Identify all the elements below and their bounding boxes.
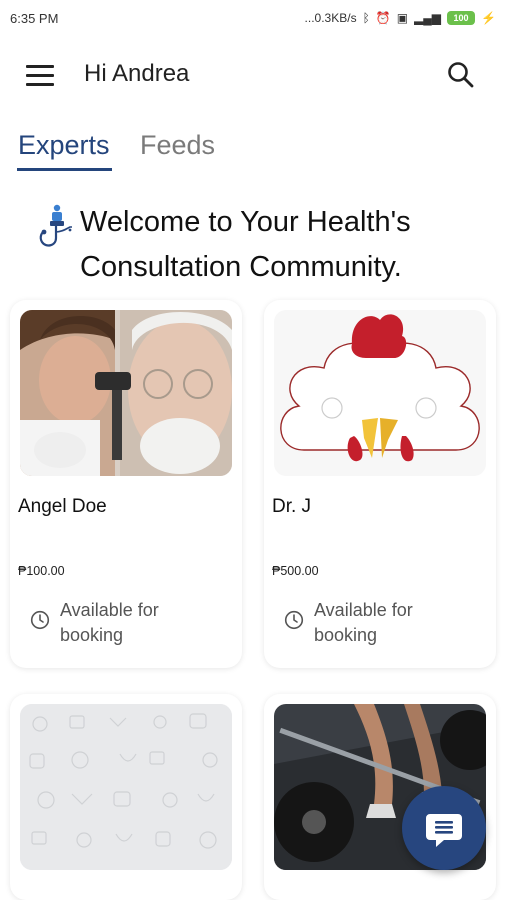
expert-card[interactable]	[10, 694, 242, 900]
status-bar: 6:35 PM ...0.3KB/s ᛒ ⏰ ▣ ▂▄▆ 100 ⚡	[0, 0, 506, 36]
availability-text: Available for booking	[60, 600, 159, 645]
status-icons: ...0.3KB/s ᛒ ⏰ ▣ ▂▄▆ 100 ⚡	[305, 11, 496, 25]
tab-experts[interactable]: Experts	[18, 130, 110, 161]
bluetooth-icon: ᛒ	[362, 11, 370, 25]
tab-feeds[interactable]: Feeds	[140, 130, 215, 161]
welcome-line-1: Welcome to Your Health's	[80, 206, 411, 238]
app-bar: Hi Andrea	[0, 44, 506, 108]
battery-level: 100	[453, 13, 469, 23]
search-icon[interactable]	[446, 60, 476, 90]
network-speed: ...0.3KB/s	[304, 11, 357, 25]
sim-icon: ▣	[396, 11, 409, 25]
expert-price: ₱100.00	[18, 564, 65, 578]
clock-icon	[30, 610, 50, 630]
battery-icon: 100	[447, 11, 476, 25]
charging-icon: ⚡	[481, 11, 496, 25]
chat-icon	[426, 814, 462, 847]
tab-bar: Experts Feeds	[0, 120, 506, 176]
availability-status: Available for booking	[30, 598, 230, 650]
chat-fab-button[interactable]	[402, 786, 486, 870]
welcome-line-2: Consultation Community.	[80, 251, 402, 283]
expert-card[interactable]: Dr. J ₱500.00 Available for booking	[264, 300, 496, 668]
expert-name: Angel Doe	[18, 496, 107, 517]
expert-name: Dr. J	[272, 496, 312, 517]
signal-icon: ▂▄▆	[414, 11, 442, 25]
menu-icon[interactable]	[26, 62, 56, 92]
welcome-text: Welcome to Your Health's Consultation Co…	[80, 200, 500, 290]
clock-icon	[284, 610, 304, 630]
doctor-examining-patient-photo	[20, 310, 232, 476]
status-time: 6:35 PM	[10, 10, 59, 26]
availability-status: Available for booking	[284, 598, 484, 650]
availability-text: Available for booking	[314, 600, 413, 645]
expert-card[interactable]: Angel Doe ₱100.00 Available for booking	[10, 300, 242, 668]
greeting-title: Hi Andrea	[84, 60, 190, 87]
welcome-banner: Welcome to Your Health's Consultation Co…	[32, 198, 492, 288]
doodle-pattern-placeholder	[20, 704, 232, 870]
chicken-mascot-illustration	[274, 310, 486, 476]
expert-price: ₱500.00	[272, 564, 319, 578]
alarm-icon: ⏰	[375, 11, 391, 25]
health-logo-icon	[32, 202, 76, 254]
active-tab-indicator	[17, 168, 112, 171]
